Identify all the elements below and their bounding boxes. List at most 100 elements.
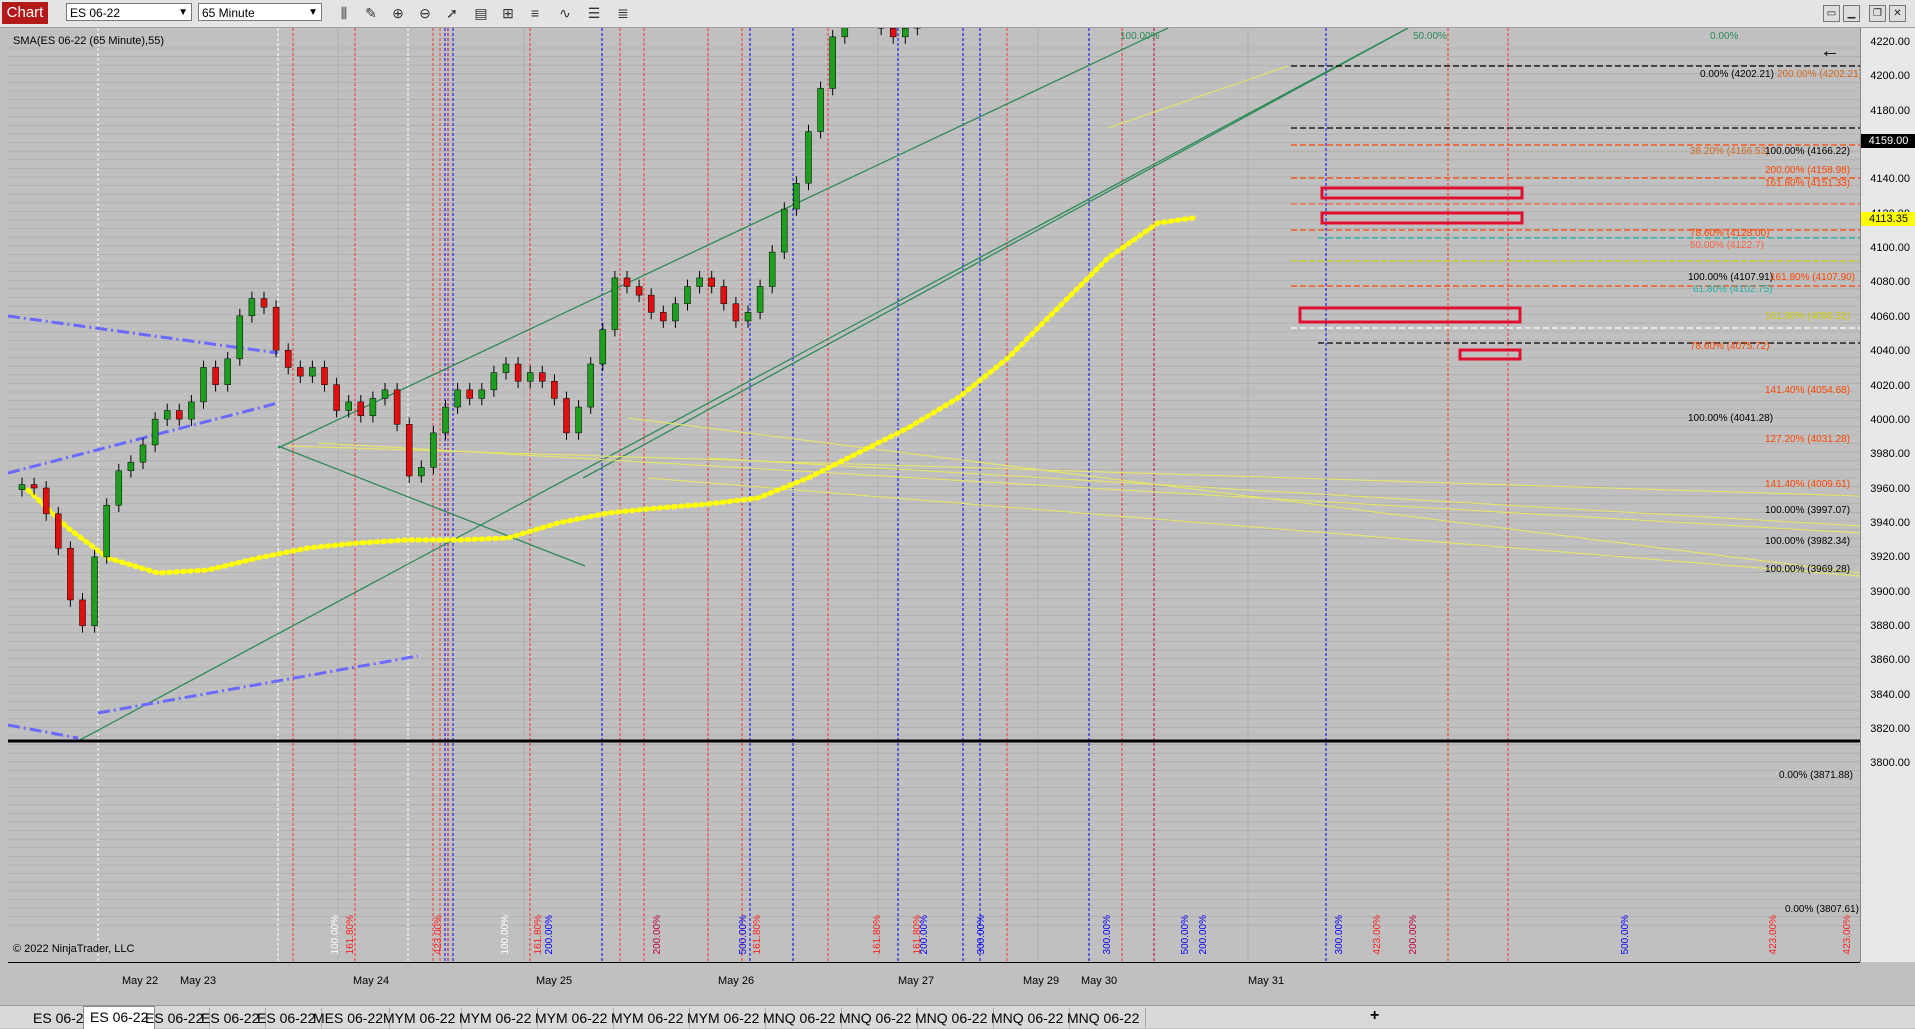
candle-down	[43, 488, 49, 514]
candle-down	[55, 514, 61, 548]
properties-icon[interactable]: ☰	[585, 4, 603, 22]
instrument-tab[interactable]: MNQ 06-22	[1061, 1008, 1146, 1028]
layout-icon[interactable]: ▭	[1823, 5, 1840, 22]
price-tick-label: 3800.00	[1870, 757, 1910, 769]
time-axis-label: May 31	[1248, 975, 1284, 987]
instrument-tab[interactable]: MNQ 06-22	[833, 1008, 918, 1028]
price-axis[interactable]: 4220.004200.004180.004160.004140.004120.…	[1860, 28, 1915, 962]
instrument-tab[interactable]: MYM 06-22	[453, 1008, 538, 1028]
candle-up	[104, 505, 110, 557]
candle-up	[382, 390, 388, 399]
candle-up	[527, 373, 533, 382]
price-tick-label: 3880.00	[1870, 620, 1910, 632]
fib-level-label: 161.80% (4090.32)	[1765, 311, 1850, 322]
indicator-icon[interactable]: ∿	[556, 4, 574, 22]
candle-up	[443, 407, 449, 433]
instrument-tab[interactable]: MYM 06-22	[529, 1008, 614, 1028]
candle-down	[406, 424, 412, 476]
candle-up	[576, 407, 582, 433]
fib-time-label: 161.80%	[872, 915, 883, 954]
fib-level-label: 161.80% (4107.90)	[1770, 272, 1855, 283]
fib-time-label: 300.00%	[1102, 915, 1113, 954]
chevron-down-icon: ▼	[178, 4, 188, 22]
chevron-down-icon: ▼	[308, 4, 318, 22]
candle-up	[830, 37, 836, 89]
back-arrow-icon[interactable]: ←	[1820, 40, 1840, 63]
candle-up	[152, 419, 158, 445]
candle-down	[261, 299, 267, 308]
fib-level-label: 100.00% (3969.28)	[1765, 564, 1850, 575]
window-label[interactable]: Chart	[2, 2, 48, 24]
candle-up	[745, 312, 751, 321]
candle-down	[564, 398, 570, 432]
chart-panel[interactable]	[8, 28, 1860, 962]
price-tick-label: 4080.00	[1870, 276, 1910, 288]
price-tick-label: 4060.00	[1870, 311, 1910, 323]
instrument-tab[interactable]: MNQ 06-22	[909, 1008, 994, 1028]
candle-down	[31, 485, 37, 488]
instrument-tab[interactable]: MNQ 06-22	[985, 1008, 1070, 1028]
instrument-tab[interactable]: MYM 06-22	[681, 1008, 766, 1028]
fib-level-label: 38.20% (4166.53)	[1690, 146, 1770, 157]
instrument-tab[interactable]: MYM 06-22	[377, 1008, 462, 1028]
time-axis-label: May 23	[180, 975, 216, 987]
candle-down	[709, 278, 715, 287]
zoom-out-icon[interactable]: ⊖	[416, 4, 434, 22]
time-axis[interactable]: May 22May 23May 24May 25May 26May 27May …	[8, 962, 1860, 991]
candle-up	[249, 299, 255, 316]
price-tick-label: 4200.00	[1870, 70, 1910, 82]
price-tick-label: 3980.00	[1870, 448, 1910, 460]
instrument-selector[interactable]: ES 06-22▼	[66, 3, 192, 21]
candle-down	[358, 402, 364, 416]
bar-style-icon[interactable]: ⫼	[335, 4, 353, 22]
interval-selector[interactable]: 65 Minute▼	[198, 3, 322, 21]
candle-down	[624, 278, 630, 287]
time-axis-label: May 29	[1023, 975, 1059, 987]
fib-time-label: 161.80%	[752, 915, 763, 954]
time-axis-label: May 25	[536, 975, 572, 987]
strategy-icon[interactable]: ≡	[526, 4, 544, 22]
candle-up	[769, 252, 775, 286]
chart-trader-icon[interactable]: ⊞	[499, 4, 517, 22]
draw-pencil-icon[interactable]: ✎	[362, 4, 380, 22]
close-icon[interactable]: ✕	[1889, 5, 1906, 22]
fib-level-label: 0.00% (4202.21)	[1700, 69, 1774, 80]
fib-time-label: 423.00%	[1372, 915, 1383, 954]
restore-icon[interactable]: ❐	[1869, 5, 1886, 22]
fib-time-label: 423.00%	[433, 915, 444, 954]
candle-up	[491, 373, 497, 390]
fib-level-label: 100.00% (3982.34)	[1765, 536, 1850, 547]
data-box-icon[interactable]: ▤	[472, 4, 490, 22]
price-tick-label: 4020.00	[1870, 380, 1910, 392]
fib-time-label: 100.00%	[330, 915, 341, 954]
zoom-in-icon[interactable]: ⊕	[389, 4, 407, 22]
price-chart[interactable]	[8, 28, 1860, 962]
instrument-tab[interactable]: MYM 06-22	[605, 1008, 690, 1028]
candle-up	[793, 183, 799, 209]
candle-down	[551, 381, 557, 398]
candle-down	[213, 367, 219, 384]
candle-down	[285, 350, 291, 367]
list-icon[interactable]: ≣	[614, 4, 632, 22]
candle-up	[201, 367, 207, 401]
fib-level-label: 78.60% (4128.00)	[1690, 228, 1770, 239]
channel-pct-label: 0.00%	[1710, 31, 1738, 42]
fib-level-label: 141.40% (4009.61)	[1765, 479, 1850, 490]
time-axis-label: May 22	[122, 975, 158, 987]
time-axis-label: May 24	[353, 975, 389, 987]
candle-up	[116, 471, 122, 505]
minimize-icon[interactable]: ▁	[1843, 5, 1860, 22]
pointer-icon[interactable]: ➚	[443, 4, 461, 22]
candle-down	[636, 287, 642, 296]
instrument-tab[interactable]: MNQ 06-22	[757, 1008, 842, 1028]
candle-down	[394, 390, 400, 424]
candle-down	[648, 295, 654, 312]
candle-up	[188, 402, 194, 419]
candle-up	[612, 278, 618, 330]
add-tab-button[interactable]: +	[1370, 1007, 1379, 1025]
price-tick-label: 3920.00	[1870, 551, 1910, 563]
price-tick-label: 3960.00	[1870, 483, 1910, 495]
copyright-text: © 2022 NinjaTrader, LLC	[13, 943, 134, 955]
candle-down	[80, 600, 86, 626]
price-tick-label: 4180.00	[1870, 105, 1910, 117]
